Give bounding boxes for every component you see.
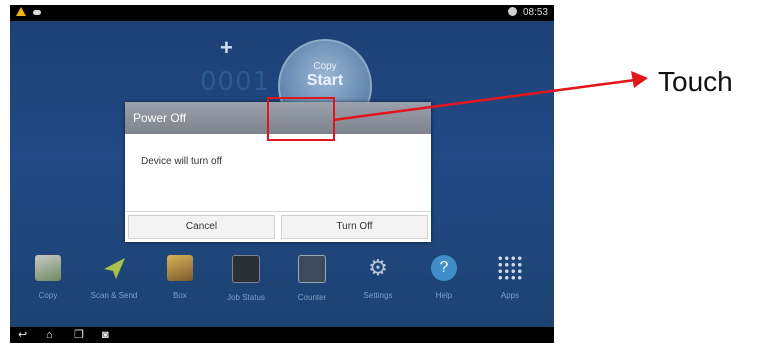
annotation-arrow bbox=[332, 71, 648, 122]
touch-annotation-label: Touch bbox=[658, 66, 733, 97]
